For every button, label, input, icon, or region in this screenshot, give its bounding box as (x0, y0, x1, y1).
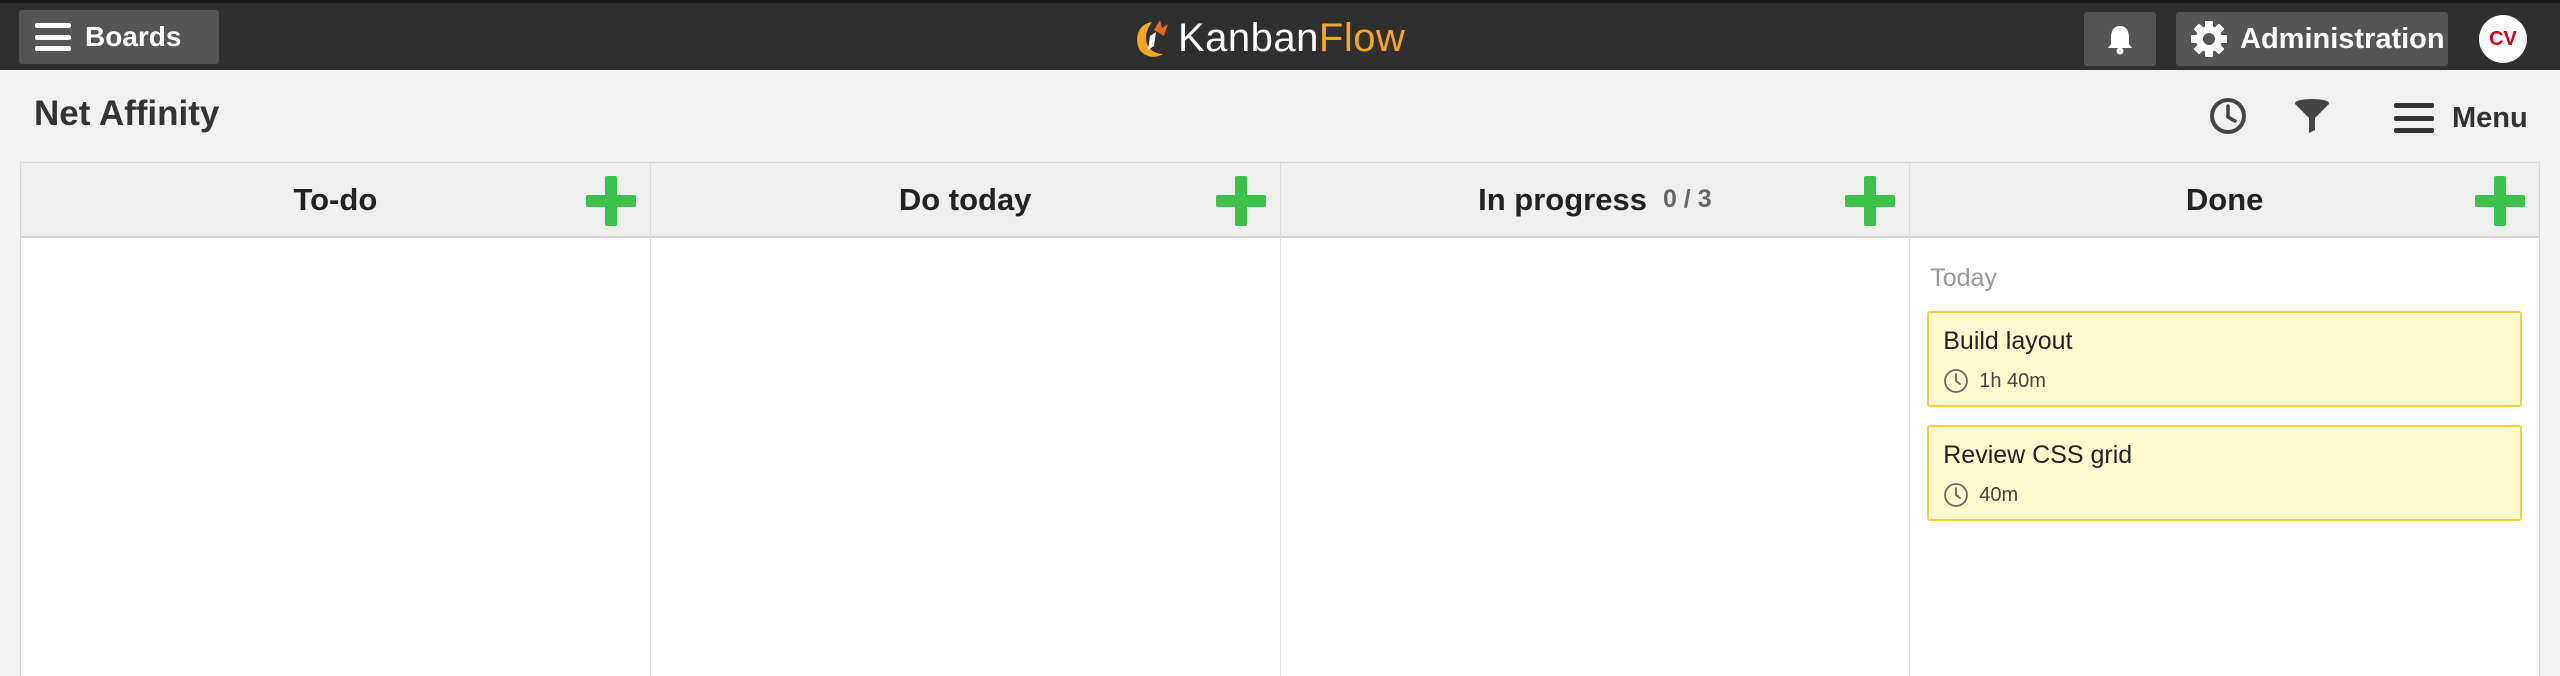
administration-button[interactable]: Administration (2176, 12, 2448, 66)
hamburger-icon (2394, 103, 2434, 133)
column-in-progress[interactable]: In progress 0 / 3 (1280, 163, 1911, 676)
gear-icon (2191, 21, 2227, 57)
menu-label: Menu (2452, 101, 2528, 134)
clock-icon (1944, 369, 1969, 393)
column-title: To-do (293, 181, 378, 217)
task-time-value: 40m (1979, 483, 2019, 506)
add-task-plus-icon[interactable] (1845, 176, 1896, 226)
task-card[interactable]: Review CSS grid 40m (1927, 425, 2522, 521)
column-header: In progress 0 / 3 (1280, 163, 1910, 238)
add-task-plus-icon[interactable] (2475, 176, 2525, 226)
task-title: Review CSS grid (1943, 441, 2133, 469)
administration-label: Administration (2240, 22, 2445, 55)
hamburger-icon (35, 23, 71, 51)
date-group-label: Today (1930, 264, 1997, 292)
history-icon[interactable] (2208, 96, 2248, 136)
logo-text-kanban: Kanban (1178, 15, 1319, 60)
column-title: Done (2185, 181, 2264, 217)
kanbanflow-logo[interactable]: Kanban Flow (1132, 13, 1405, 63)
wip-limit: 0 / 3 (1662, 185, 1712, 213)
column-header: Done (1910, 163, 2539, 238)
task-time: 40m (1943, 482, 2520, 508)
add-task-plus-icon[interactable] (1215, 176, 1266, 226)
column-header: To-do (21, 163, 650, 238)
task-title: Build layout (1943, 327, 2073, 355)
user-avatar[interactable]: CV (2479, 15, 2527, 63)
task-card[interactable]: Build layout 1h 40m (1927, 311, 2522, 407)
column-done[interactable]: Done Today Build layout 1h 40m Review CS… (1910, 163, 2539, 676)
kanban-board: To-do Do today In progress 0 / 3 Done To… (20, 162, 2540, 676)
filter-icon[interactable] (2292, 96, 2332, 136)
column-do-today[interactable]: Do today (650, 163, 1281, 676)
boards-label: Boards (85, 21, 182, 52)
bell-icon (2108, 26, 2132, 55)
logo-text-flow: Flow (1318, 15, 1406, 60)
logo-mark-icon (1137, 20, 1168, 57)
top-bar: Boards Kanban Flow Administration CV (0, 0, 2560, 70)
column-header: Do today (650, 163, 1280, 238)
column-title: In progress (1478, 181, 1647, 217)
task-time-value: 1h 40m (1979, 369, 2046, 392)
column-todo[interactable]: To-do (21, 163, 651, 676)
notifications-button[interactable] (2084, 12, 2156, 66)
column-title: Do today (898, 181, 1032, 217)
board-menu-button[interactable]: Menu (2394, 98, 2528, 138)
board-title: Net Affinity (34, 94, 220, 133)
add-task-plus-icon[interactable] (585, 176, 636, 226)
clock-icon (1944, 483, 1969, 507)
boards-button[interactable]: Boards (19, 10, 219, 64)
task-time: 1h 40m (1943, 368, 2520, 394)
